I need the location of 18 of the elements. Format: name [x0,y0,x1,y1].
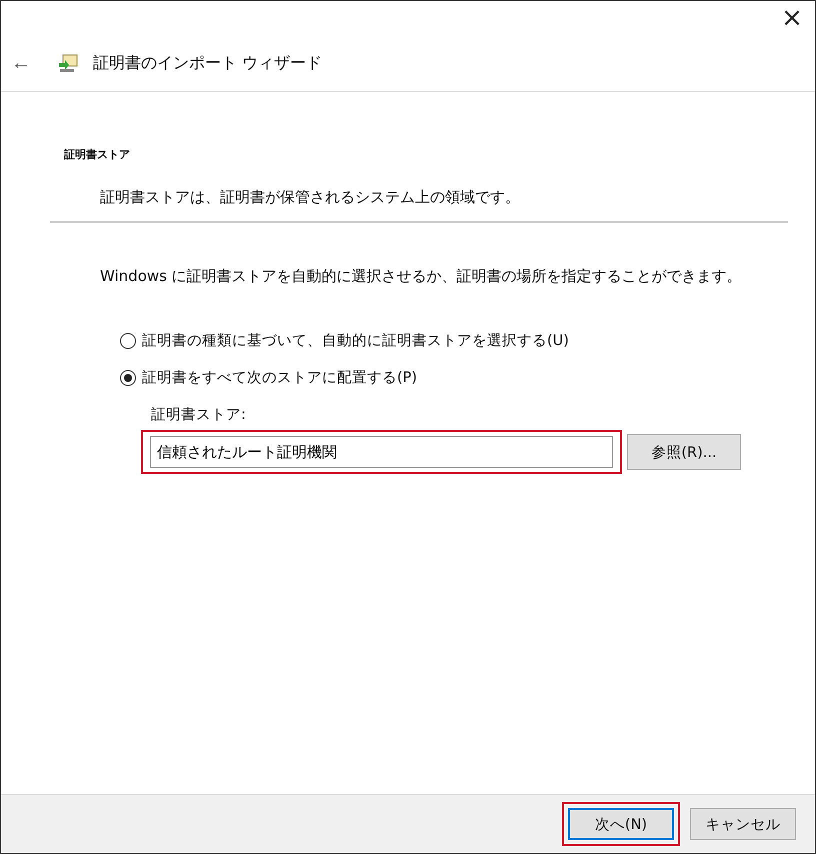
radio-label: 証明書の種類に基づいて、自動的に証明書ストアを選択する(U) [142,332,569,350]
close-button[interactable]: × [769,1,815,35]
radio-label: 証明書をすべて次のストアに配置する(P) [142,369,418,387]
description-text: Windows に証明書ストアを自動的に選択させるか、証明書の場所を指定することができます。 [100,267,743,286]
section-subtitle: 証明書ストアは、証明書が保管されるシステム上の領域です。 [100,188,521,207]
store-field[interactable]: 信頼されたルート証明機関 [150,436,613,468]
footer-button[interactable]: キャンセル [690,808,796,840]
browse-button[interactable]: 参照(R)... [627,434,741,470]
back-button[interactable]: ← [7,52,35,74]
section-heading: 証明書ストア [64,147,131,162]
field-label: 証明書ストア: [151,406,247,424]
certificate-icon [57,53,79,73]
radio-option[interactable]: 証明書をすべて次のストアに配置する(P) [120,368,815,387]
window-title: 証明書のインポート ウィザード [93,52,322,74]
radio-option[interactable]: 証明書の種類に基づいて、自動的に証明書ストアを選択する(U) [120,331,815,350]
radio-button[interactable] [120,332,136,348]
footer-button[interactable]: 次へ(N) [568,808,674,840]
radio-button[interactable] [120,370,136,386]
